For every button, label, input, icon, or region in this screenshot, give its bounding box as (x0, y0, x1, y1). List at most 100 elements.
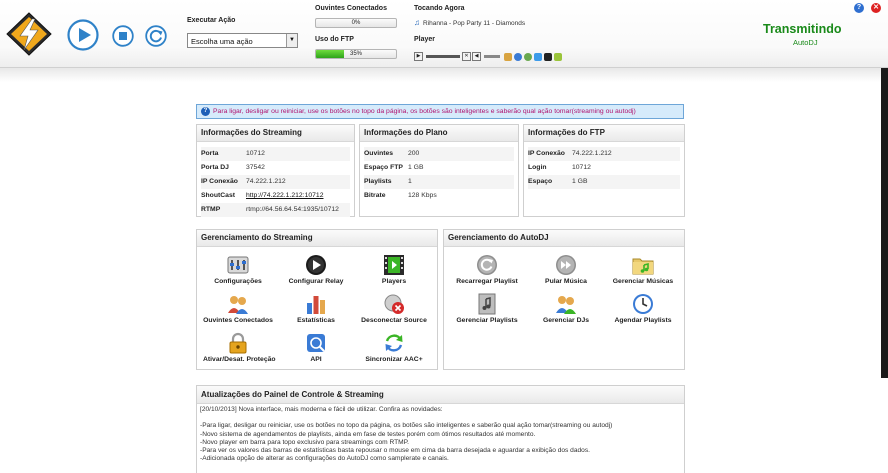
row-key: Bitrate (364, 192, 386, 199)
gerenciar-playlists-button[interactable]: Gerenciar Playlists (452, 293, 522, 324)
action-select[interactable]: Escolha uma ação ▼ (187, 33, 298, 48)
windows-media-icon[interactable] (514, 52, 522, 61)
tocando-agora-label: Tocando Agora (414, 5, 465, 12)
player-mute-icon[interactable]: ◀ (472, 52, 481, 61)
ouvintes-progress-text: 0% (351, 20, 361, 26)
item-label: Configurações (214, 278, 262, 285)
streaming-row-porta-dj: Porta DJ 37542 (201, 161, 350, 175)
player-label: Player (414, 36, 436, 43)
help-icon[interactable]: ? (854, 3, 864, 13)
users-icon (555, 293, 577, 315)
desconectar-source-button[interactable]: Desconectar Source (359, 293, 429, 324)
api-button[interactable]: API (281, 332, 351, 363)
recarregar-playlist-button[interactable]: Recarregar Playlist (452, 254, 522, 285)
winamp-icon[interactable] (504, 52, 512, 61)
streaming-management-panel: Gerenciamento do Streaming Configurações… (196, 229, 438, 370)
realplayer-icon[interactable] (524, 52, 532, 61)
gerenciar-musicas-button[interactable]: Gerenciar Músicas (608, 254, 678, 285)
configuracoes-button[interactable]: Configurações (203, 254, 273, 285)
music-folder-icon (632, 254, 654, 276)
info-banner: ? Para ligar, desligar ou reiniciar, use… (196, 104, 684, 119)
ouvintes-conectados-button[interactable]: Ouvintes Conectados (203, 293, 273, 324)
ftp-progress-text: 35% (349, 51, 362, 57)
question-icon: ? (201, 107, 210, 116)
android-icon[interactable] (554, 52, 562, 61)
api-app-icon (305, 332, 327, 354)
status-subtitle: AutoDJ (793, 38, 818, 47)
player-stop-icon[interactable]: ✕ (462, 52, 471, 61)
plano-row-espaco-ftp: Espaço FTP 1 GB (364, 161, 514, 175)
chevron-down-icon: ▼ (286, 34, 297, 47)
streaming-row-rtmp: RTMP rtmp://64.56.64.54:1935/10712 (201, 203, 350, 217)
update-line: -Para ligar, desligar ou reiniciar, use … (200, 422, 613, 430)
plano-info-panel: Informações do Plano Ouvintes 200 Espaço … (359, 124, 519, 217)
status-title: Transmitindo (763, 22, 842, 36)
streaming-row-shoutcast: ShoutCast http://74.222.1.212:10712 (201, 189, 350, 203)
gerenciar-djs-button[interactable]: Gerenciar DJs (531, 293, 601, 324)
item-label: Pular Música (545, 278, 587, 285)
play-button[interactable] (67, 19, 99, 51)
row-value: rtmp://64.56.64.54:1935/10712 (246, 206, 339, 213)
shoutcast-link[interactable]: http://74.222.1.212:10712 (246, 189, 323, 203)
row-value: 1 GB (572, 178, 588, 185)
info-banner-text: Para ligar, desligar ou reiniciar, use o… (213, 108, 636, 115)
estatisticas-button[interactable]: Estatísticas (281, 293, 351, 324)
reload-icon (476, 254, 498, 276)
autodj-management-panel: Gerenciamento do AutoDJ Recarregar Playl… (443, 229, 685, 370)
item-label: Ativar/Desat. Proteção (203, 356, 276, 363)
header-shadow (0, 68, 888, 82)
executar-acao-label: Executar Ação (187, 17, 236, 24)
update-line: -Novo player em barra para topo exclusiv… (200, 438, 410, 446)
item-label: Sincronizar AAC+ (365, 356, 423, 363)
close-icon[interactable]: ✕ (871, 3, 881, 13)
item-label: Gerenciar DJs (542, 317, 590, 324)
stop-button[interactable] (112, 25, 134, 47)
clock-icon (632, 293, 654, 315)
row-value: 37542 (246, 164, 265, 171)
row-value: 1 GB (408, 164, 424, 171)
update-line: [20/10/2013] Nova interface, mais modern… (200, 406, 443, 413)
item-label: Desconectar Source (361, 317, 427, 324)
ativar-protecao-button[interactable]: Ativar/Desat. Proteção (203, 332, 276, 363)
streaming-row-porta: Porta 10712 (201, 147, 350, 161)
scrollbar[interactable] (881, 68, 888, 378)
streaming-management-title: Gerenciamento do Streaming (197, 230, 437, 247)
agendar-playlists-button[interactable]: Agendar Playlists (608, 293, 678, 324)
pular-musica-button[interactable]: Pular Música (531, 254, 601, 285)
music-file-icon (476, 293, 498, 315)
configurar-relay-button[interactable]: Configurar Relay (281, 254, 351, 285)
plano-row-playlists: Playlists 1 (364, 175, 514, 189)
music-note-icon: ♫ (414, 18, 420, 27)
iphone-icon[interactable] (544, 52, 552, 61)
row-value: 10712 (572, 164, 591, 171)
row-key: IP Conexão (528, 150, 565, 157)
vlc-icon[interactable] (534, 52, 542, 61)
skip-forward-icon (555, 254, 577, 276)
ftp-progress-bar: 35% (315, 49, 397, 59)
restart-button[interactable] (145, 25, 167, 47)
ftp-row-login: Login 10712 (528, 161, 680, 175)
player-play-icon[interactable]: ▶ (414, 52, 423, 61)
disconnect-icon (383, 293, 405, 315)
update-line: -Para ver os valores das barras de estat… (200, 447, 590, 455)
mini-player: ▶ ✕ ◀ (414, 52, 562, 61)
row-key: Espaço (528, 178, 553, 185)
plano-info-title: Informações do Plano (360, 125, 518, 142)
film-player-icon (383, 254, 405, 276)
plano-row-bitrate: Bitrate 128 Kbps (364, 189, 514, 203)
player-seek-slider[interactable] (426, 55, 460, 58)
app-logo-icon (5, 11, 53, 57)
item-label: API (310, 356, 322, 363)
player-volume-slider[interactable] (484, 55, 500, 58)
users-group-icon (227, 293, 249, 315)
item-label: Recarregar Playlist (456, 278, 518, 285)
now-playing: ♫ Rihanna - Pop Party 11 - Diamonds (414, 18, 525, 27)
players-button[interactable]: Players (359, 254, 429, 285)
update-line: -Novo sistema de agendamentos de playlis… (200, 430, 536, 438)
item-label: Agendar Playlists (614, 317, 672, 324)
plano-row-ouvintes: Ouvintes 200 (364, 147, 514, 161)
bar-chart-icon (305, 293, 327, 315)
row-key: Login (528, 164, 547, 171)
ftp-row-espaco: Espaço 1 GB (528, 175, 680, 189)
sincronizar-aac-button[interactable]: Sincronizar AAC+ (359, 332, 429, 363)
